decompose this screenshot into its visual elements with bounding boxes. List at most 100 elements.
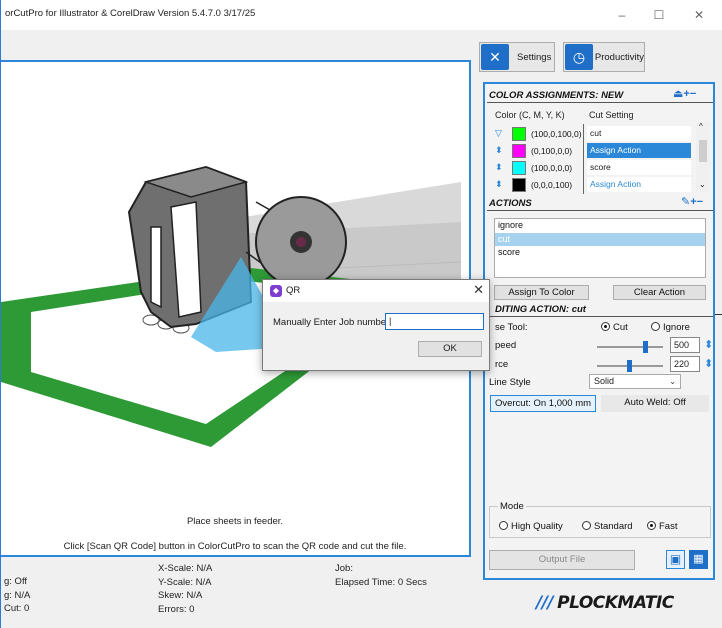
output-file-button[interactable]: Output File xyxy=(489,550,635,570)
line-style-label: Line Style xyxy=(489,377,531,388)
force-stepper-icon[interactable]: ⬍ xyxy=(704,357,713,370)
color-list-scrollbar[interactable]: ^ ⌄ xyxy=(696,122,710,192)
speed-slider[interactable] xyxy=(597,341,663,353)
actions-list[interactable]: ignore cut score xyxy=(494,218,706,278)
clear-action-button[interactable]: Clear Action xyxy=(613,285,706,300)
color-column-header: Color (C, M, Y, K) xyxy=(495,110,565,120)
slider-knob[interactable] xyxy=(643,341,649,353)
line-style-select[interactable]: Solid ⌄ xyxy=(589,374,681,389)
close-icon[interactable]: ✕ xyxy=(473,282,484,298)
mode-title: Mode xyxy=(498,501,526,512)
reorder-icon[interactable]: ⬍ xyxy=(495,179,503,190)
x-scale-text: X-Scale: N/A xyxy=(158,563,213,574)
cut-setting-cell[interactable]: score xyxy=(587,160,691,175)
reorder-icon[interactable]: ⬍ xyxy=(495,162,503,173)
cmyk-value: (100,0,100,0) xyxy=(531,129,582,139)
scroll-up-icon[interactable]: ^ xyxy=(699,122,703,131)
slider-knob[interactable] xyxy=(626,360,632,372)
settings-label: Settings xyxy=(517,51,552,63)
tool-ignore-radio[interactable]: Ignore xyxy=(651,322,690,333)
status-text: g: Off xyxy=(4,576,28,587)
radio-icon xyxy=(582,521,591,530)
window-title: orCutPro for Illustrator & CorelDraw Ver… xyxy=(5,8,256,19)
mode-fast-radio[interactable]: Fast xyxy=(647,521,677,532)
title-bar: orCutPro for Illustrator & CorelDraw Ver… xyxy=(1,0,722,30)
edit-icon[interactable]: ✎ xyxy=(681,196,690,208)
color-row[interactable]: ⬍ (100,0,0,0) score xyxy=(491,160,696,177)
color-row[interactable]: ⬍ (0,100,0,0) Assign Action xyxy=(491,143,696,160)
errors-text: Errors: 0 xyxy=(158,603,195,615)
skew-text: Skew: N/A xyxy=(158,590,203,601)
cut-setting-column-header: Cut Setting xyxy=(589,110,634,120)
actions-title: ACTIONS xyxy=(489,198,532,209)
brand-logo: ///PLOCKMATIC xyxy=(536,593,674,613)
list-item[interactable]: score xyxy=(495,246,705,260)
tools-icon: ✕ xyxy=(481,44,509,70)
dialog-title-bar: ◆ QR ✕ xyxy=(263,280,489,302)
ok-button[interactable]: OK xyxy=(418,341,482,357)
force-input[interactable]: 220 xyxy=(670,356,700,372)
status-text: g: N/A xyxy=(4,589,31,601)
job-number-input[interactable]: | xyxy=(385,313,484,330)
color-assignment-tools: ⏏+− xyxy=(673,87,696,100)
force-label: rce xyxy=(495,359,509,370)
scroll-down-icon[interactable]: ⌄ xyxy=(699,180,706,189)
reorder-icon[interactable]: ▽ xyxy=(495,128,502,139)
divider xyxy=(487,316,713,317)
list-item[interactable]: cut xyxy=(495,232,705,246)
radio-label: Fast xyxy=(659,521,678,532)
close-button[interactable]: ✕ xyxy=(685,6,713,24)
cmyk-value: (0,0,0,100) xyxy=(531,180,573,190)
save-icon[interactable]: ▣ xyxy=(666,550,685,569)
job-text: Job: xyxy=(335,563,353,574)
remove-icon[interactable]: − xyxy=(690,88,696,100)
scroll-thumb[interactable] xyxy=(699,140,707,162)
actions-tools: ✎+− xyxy=(681,195,703,208)
qr-dialog: ◆ QR ✕ Manually Enter Job number | OK xyxy=(262,279,490,371)
cut-setting-cell[interactable]: Assign Action xyxy=(587,177,691,192)
force-slider[interactable] xyxy=(597,360,663,372)
scan-qr-icon[interactable]: ▦ xyxy=(689,550,708,569)
list-item[interactable]: ignore xyxy=(495,219,705,233)
chevron-down-icon: ⌄ xyxy=(669,377,676,386)
minimize-button[interactable]: – xyxy=(608,6,636,24)
divider xyxy=(487,102,713,103)
speed-stepper-icon[interactable]: ⬍ xyxy=(704,338,713,351)
cut-setting-cell[interactable]: Assign Action xyxy=(587,143,691,158)
color-swatch xyxy=(512,161,526,175)
auto-weld-button[interactable]: Auto Weld: Off xyxy=(601,395,709,412)
line-style-value: Solid xyxy=(594,376,615,386)
logo-slashes: /// xyxy=(536,593,554,613)
use-tool-label: se Tool: xyxy=(495,322,528,333)
productivity-button[interactable]: ◷ Productivity xyxy=(563,42,645,72)
color-assignments-title: COLOR ASSIGNMENTS: NEW xyxy=(489,90,624,101)
assign-to-color-button[interactable]: Assign To Color xyxy=(494,285,589,300)
reorder-icon[interactable]: ⬍ xyxy=(495,145,503,156)
status-col-1: g: Off g: N/A Cut: 0 xyxy=(4,576,30,617)
color-row[interactable]: ▽ (100,0,100,0) cut xyxy=(491,126,696,143)
editing-action-title: DITING ACTION: cut xyxy=(495,304,586,315)
color-swatch xyxy=(512,144,526,158)
cmyk-value: (0,100,0,0) xyxy=(531,146,573,156)
color-row[interactable]: ⬍ (0,0,0,100) Assign Action xyxy=(491,177,696,194)
tool-cut-radio[interactable]: Cut xyxy=(601,322,628,333)
mode-standard-radio[interactable]: Standard xyxy=(582,521,633,532)
color-swatch xyxy=(512,178,526,192)
radio-label: High Quality xyxy=(511,521,563,532)
qr-app-icon: ◆ xyxy=(270,285,282,297)
radio-label: Ignore xyxy=(663,322,690,333)
eject-icon[interactable]: ⏏ xyxy=(673,88,683,100)
speed-input[interactable]: 500 xyxy=(670,337,700,353)
overcut-button[interactable]: Overcut: On 1,000 mm xyxy=(490,395,596,412)
radio-icon xyxy=(647,521,656,530)
status-text: Cut: 0 xyxy=(4,603,30,614)
remove-icon[interactable]: − xyxy=(697,196,703,208)
maximize-button[interactable]: ☐ xyxy=(645,6,673,24)
mode-high-quality-radio[interactable]: High Quality xyxy=(499,521,563,532)
pointer-line xyxy=(715,314,722,315)
cut-setting-cell[interactable]: cut xyxy=(587,126,691,141)
settings-button[interactable]: ✕ Settings xyxy=(479,42,555,72)
clock-icon: ◷ xyxy=(565,44,593,70)
productivity-label: Productivity xyxy=(594,51,644,63)
status-col-3: Job: Elapsed Time: 0 Secs xyxy=(335,563,427,590)
